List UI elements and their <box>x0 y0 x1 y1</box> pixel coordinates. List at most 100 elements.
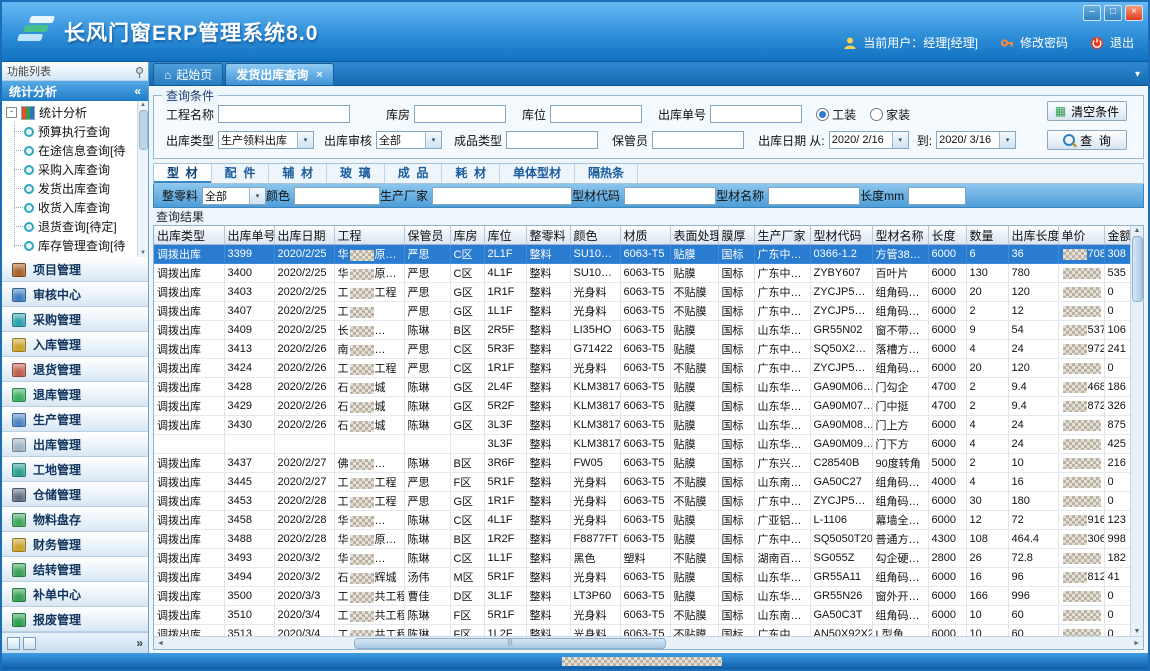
column-header[interactable]: 膜厚 <box>718 226 754 245</box>
column-header[interactable]: 出库长度 <box>1008 226 1058 245</box>
sidebar-item-outbound[interactable]: 出库管理 <box>2 432 148 457</box>
sidebar-item-site[interactable]: 工地管理 <box>2 457 148 482</box>
manufacturer-input[interactable] <box>432 187 572 205</box>
column-header[interactable]: 颜色 <box>570 226 620 245</box>
sidebar-item-audit[interactable]: 审核中心 <box>2 282 148 307</box>
material-tab-3[interactable]: 辅 材 <box>269 164 327 183</box>
column-header[interactable]: 表面处理 <box>670 226 718 245</box>
sidebar-item-production[interactable]: 生产管理 <box>2 407 148 432</box>
tree-item-5[interactable]: 收货入库查询 <box>24 198 136 217</box>
table-row[interactable]: 调拨出库34372020/2/27佛…陈琳B区3R6F整料FW056063-T5… <box>154 454 1130 473</box>
sidebar-item-carryover[interactable]: 结转管理 <box>2 557 148 582</box>
table-row[interactable]: 调拨出库34302020/2/26石城陈琳G区3L3F整料KLM38176063… <box>154 416 1130 435</box>
profile-name-input[interactable] <box>768 187 860 205</box>
tree-item-1[interactable]: 预算执行查询 <box>24 122 136 141</box>
sidebar-item-replenish[interactable]: 补单中心 <box>2 582 148 607</box>
table-row[interactable]: 调拨出库34452020/2/27工工程严思F区5R1F整料光身料6063-T5… <box>154 473 1130 492</box>
collapse-left-icon[interactable]: « <box>134 84 141 98</box>
column-header[interactable]: 数量 <box>966 226 1008 245</box>
column-header[interactable]: 出库类型 <box>154 226 224 245</box>
keeper-input[interactable] <box>652 131 744 149</box>
table-row[interactable]: 调拨出库34292020/2/26石城陈琳G区5R2F整料KLM38176063… <box>154 397 1130 416</box>
column-header[interactable]: 长度 <box>928 226 966 245</box>
tree-scroll-thumb[interactable] <box>139 110 148 150</box>
sidebar-item-return-goods[interactable]: 退货管理 <box>2 357 148 382</box>
table-row[interactable]: 调拨出库34092020/2/25长…陈琳B区2R5F整料LI35HO6063-… <box>154 321 1130 340</box>
column-header[interactable]: 材质 <box>620 226 670 245</box>
project-name-input[interactable] <box>218 105 350 123</box>
column-header[interactable]: 金额 <box>1104 226 1130 245</box>
scroll-down-icon[interactable]: ▼ <box>140 250 146 256</box>
color-input[interactable] <box>294 187 380 205</box>
table-row[interactable]: 调拨出库35132020/3/4工共工程陈琳F区1L2F整料光身料6063-T5… <box>154 625 1130 637</box>
close-tab-icon[interactable]: × <box>316 69 322 81</box>
column-header[interactable]: 整零料 <box>526 226 570 245</box>
product-type-input[interactable] <box>506 131 598 149</box>
table-row[interactable]: 调拨出库34282020/2/26石城陈琳G区2L4F整料KLM38176063… <box>154 378 1130 397</box>
material-tab-6[interactable]: 耗 材 <box>442 164 500 183</box>
vertical-scrollbar[interactable]: ▲ ▼ <box>1130 226 1143 636</box>
table-row[interactable]: 3L3F整料KLM38176063-T5贴膜国标山东华…GA90M09…门下方6… <box>154 435 1130 454</box>
table-row[interactable]: 调拨出库34032020/2/25工工程严思G区1R1F整料光身料6063-T5… <box>154 283 1130 302</box>
table-row[interactable]: 调拨出库34932020/3/2华…陈琳C区1L1F整料黑色塑料不贴膜国标湖南百… <box>154 549 1130 568</box>
vertical-scroll-thumb[interactable] <box>1132 236 1143 302</box>
column-header[interactable]: 出库单号 <box>224 226 274 245</box>
sidebar-item-purchase[interactable]: 采购管理 <box>2 307 148 332</box>
column-header[interactable]: 保管员 <box>404 226 450 245</box>
table-row[interactable]: 调拨出库34072020/2/25工严思G区1L1F整料光身料6063-T5不贴… <box>154 302 1130 321</box>
sidebar-item-scrap[interactable]: 报废管理 <box>2 607 148 632</box>
table-row[interactable]: 调拨出库34532020/2/28工工程严思G区1R1F整料光身料6063-T5… <box>154 492 1130 511</box>
material-tab-8[interactable]: 隔热条 <box>575 164 638 183</box>
length-input[interactable] <box>908 187 966 205</box>
table-row[interactable]: 调拨出库34882020/2/28华原…陈琳B区1R2F整料F8877FT606… <box>154 530 1130 549</box>
column-header[interactable]: 库位 <box>484 226 526 245</box>
tree-item-3[interactable]: 采购入库查询 <box>24 160 136 179</box>
column-header[interactable]: 库房 <box>450 226 484 245</box>
column-header[interactable]: 型材名称 <box>872 226 928 245</box>
sidebar-item-inventory[interactable]: 物料盘存 <box>2 507 148 532</box>
table-row[interactable]: 调拨出库34582020/2/28华…陈琳C区4L1F整料光身料6063-T5贴… <box>154 511 1130 530</box>
table-row[interactable]: 调拨出库35002020/3/3工共工程曹佳D区3L1F整料LT3P606063… <box>154 587 1130 606</box>
table-row[interactable]: 调拨出库35102020/3/4工共工程陈琳F区5R1F整料光身料6063-T5… <box>154 606 1130 625</box>
sidebar-item-project[interactable]: 项目管理 <box>2 257 148 282</box>
table-row[interactable]: 调拨出库33992020/2/25华原…严思C区2L1F整料SU10…6063-… <box>154 245 1130 264</box>
sidebar-item-finance[interactable]: 财务管理 <box>2 532 148 557</box>
expander-icon[interactable]: - <box>6 107 17 118</box>
outbound-type-select[interactable]: 生产领料出库 ▾ <box>218 131 314 149</box>
more-groups-icon[interactable]: » <box>136 636 143 650</box>
table-row[interactable]: 调拨出库34942020/3/2石辉城汤伟M区5R1F整料光身料6063-T5贴… <box>154 568 1130 587</box>
horizontal-scroll-thumb[interactable]: ||| <box>354 638 666 649</box>
maximize-button[interactable]: □ <box>1104 5 1122 21</box>
minimize-button[interactable]: – <box>1083 5 1101 21</box>
table-row[interactable]: 调拨出库34242020/2/26工工程严思C区1R1F整料光身料6063-T5… <box>154 359 1130 378</box>
tree-item-6[interactable]: 退货查询[待定] <box>24 217 136 236</box>
column-header[interactable]: 单价 <box>1058 226 1104 245</box>
sidebar-item-warehouse[interactable]: 仓储管理 <box>2 482 148 507</box>
gongzhuang-radio[interactable] <box>816 108 829 121</box>
tab-start-page[interactable]: ⌂起始页 <box>153 63 223 85</box>
tree-item-7[interactable]: 库存管理查询[待 <box>24 236 136 255</box>
close-button[interactable]: × <box>1125 5 1143 21</box>
whole-part-select[interactable]: 全部 ▾ <box>202 187 266 205</box>
scroll-down-icon[interactable]: ▼ <box>1134 628 1141 635</box>
table-row[interactable]: 调拨出库34132020/2/26南…严思C区5R3F整料G714226063-… <box>154 340 1130 359</box>
scroll-up-icon[interactable]: ▲ <box>140 102 146 108</box>
column-header[interactable]: 出库日期 <box>274 226 334 245</box>
date-to-picker[interactable]: 2020/ 3/16 ▾ <box>936 131 1016 149</box>
tab-shipping-outbound-query[interactable]: 发货出库查询× <box>225 63 333 85</box>
column-header[interactable]: 生产厂家 <box>754 226 810 245</box>
table-row[interactable]: 调拨出库34002020/2/25华原…严思C区4L1F整料SU10…6063-… <box>154 264 1130 283</box>
material-tab-2[interactable]: 配 件 <box>212 164 270 183</box>
material-tab-1[interactable]: 型 材 <box>154 164 212 183</box>
horizontal-scrollbar[interactable]: ◄ ||| ► <box>154 636 1143 649</box>
list-view-icon[interactable] <box>23 637 36 650</box>
clear-conditions-button[interactable]: ▦清空条件 <box>1047 101 1127 121</box>
profile-code-input[interactable] <box>624 187 716 205</box>
warehouse-input[interactable] <box>414 105 506 123</box>
column-header[interactable]: 型材代码 <box>810 226 872 245</box>
order-no-input[interactable] <box>710 105 802 123</box>
scroll-left-icon[interactable]: ◄ <box>157 640 164 647</box>
sidebar-item-return-store[interactable]: 退库管理 <box>2 382 148 407</box>
search-button[interactable]: 查 询 <box>1047 130 1127 150</box>
scroll-right-icon[interactable]: ► <box>1133 640 1140 647</box>
